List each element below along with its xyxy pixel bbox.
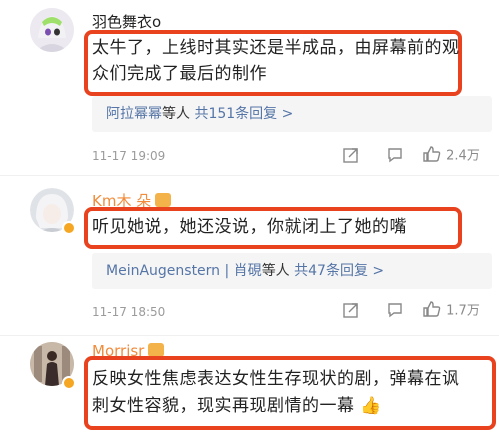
- timestamp: 11-17 19:09: [92, 149, 166, 163]
- thumbs-up-icon: [423, 301, 441, 317]
- like-count: 2.4万: [446, 148, 480, 164]
- thumbs-up-icon: [423, 146, 441, 162]
- badge-icon: [148, 342, 165, 357]
- reply-count[interactable]: 共151条回复 >: [194, 106, 293, 122]
- comment-text: 反映女性焦虑表达女性生存现状的剧，弹幕在讽: [92, 369, 460, 389]
- timestamp: 11-17 18:50: [92, 305, 166, 319]
- comment-text: 听见她说，她还没说，你就闭上了她的嘴: [92, 217, 407, 237]
- comment-text: 众们完成了最后的制作: [92, 64, 267, 84]
- reply-mid: 等人: [261, 263, 290, 279]
- username[interactable]: 羽色舞衣o: [92, 11, 161, 32]
- verified-badge: [62, 221, 76, 235]
- reply-summary[interactable]: 阿拉幂幂等人 共151条回复 >: [92, 96, 492, 132]
- badge-icon: [155, 192, 172, 207]
- thumbs-up-emoji-icon: 👍: [360, 396, 383, 416]
- reply-names[interactable]: MeinAugenstern | 肖硯: [106, 263, 262, 279]
- comment-item: Morrisr 反映女性焦虑表达女性生存现状的剧，弹幕在讽 刺女性容貌，现实再现…: [0, 335, 499, 434]
- reply-summary[interactable]: MeinAugenstern | 肖硯等人 共47条回复 >: [92, 253, 492, 289]
- avatar[interactable]: [30, 8, 74, 52]
- share-icon[interactable]: [342, 301, 360, 323]
- reply-mid: 等人: [162, 106, 190, 122]
- like-button[interactable]: 2.4万: [422, 144, 480, 164]
- like-count: 1.7万: [446, 303, 480, 319]
- comment-icon[interactable]: [386, 146, 404, 168]
- like-button[interactable]: 1.7万: [422, 299, 480, 319]
- comment-text: 刺女性容貌，现实再现剧情的一幕 👍: [92, 394, 382, 419]
- comment-text: 太牛了，上线时其实还是半成品，由屏幕前的观: [92, 38, 460, 58]
- verified-badge: [62, 376, 76, 390]
- reply-count[interactable]: 共47条回复 >: [294, 263, 384, 279]
- comment-icon[interactable]: [386, 301, 404, 323]
- share-icon[interactable]: [342, 146, 360, 168]
- reply-names[interactable]: 阿拉幂幂: [106, 106, 162, 122]
- comment-text-line: 刺女性容貌，现实再现剧情的一幕: [92, 396, 355, 416]
- comment-item: 羽色舞衣o 太牛了，上线时其实还是半成品，由屏幕前的观 众们完成了最后的制作 阿…: [0, 0, 499, 175]
- comment-item: Km木 朵 听见她说，她还没说，你就闭上了她的嘴 MeinAugenstern …: [0, 175, 499, 335]
